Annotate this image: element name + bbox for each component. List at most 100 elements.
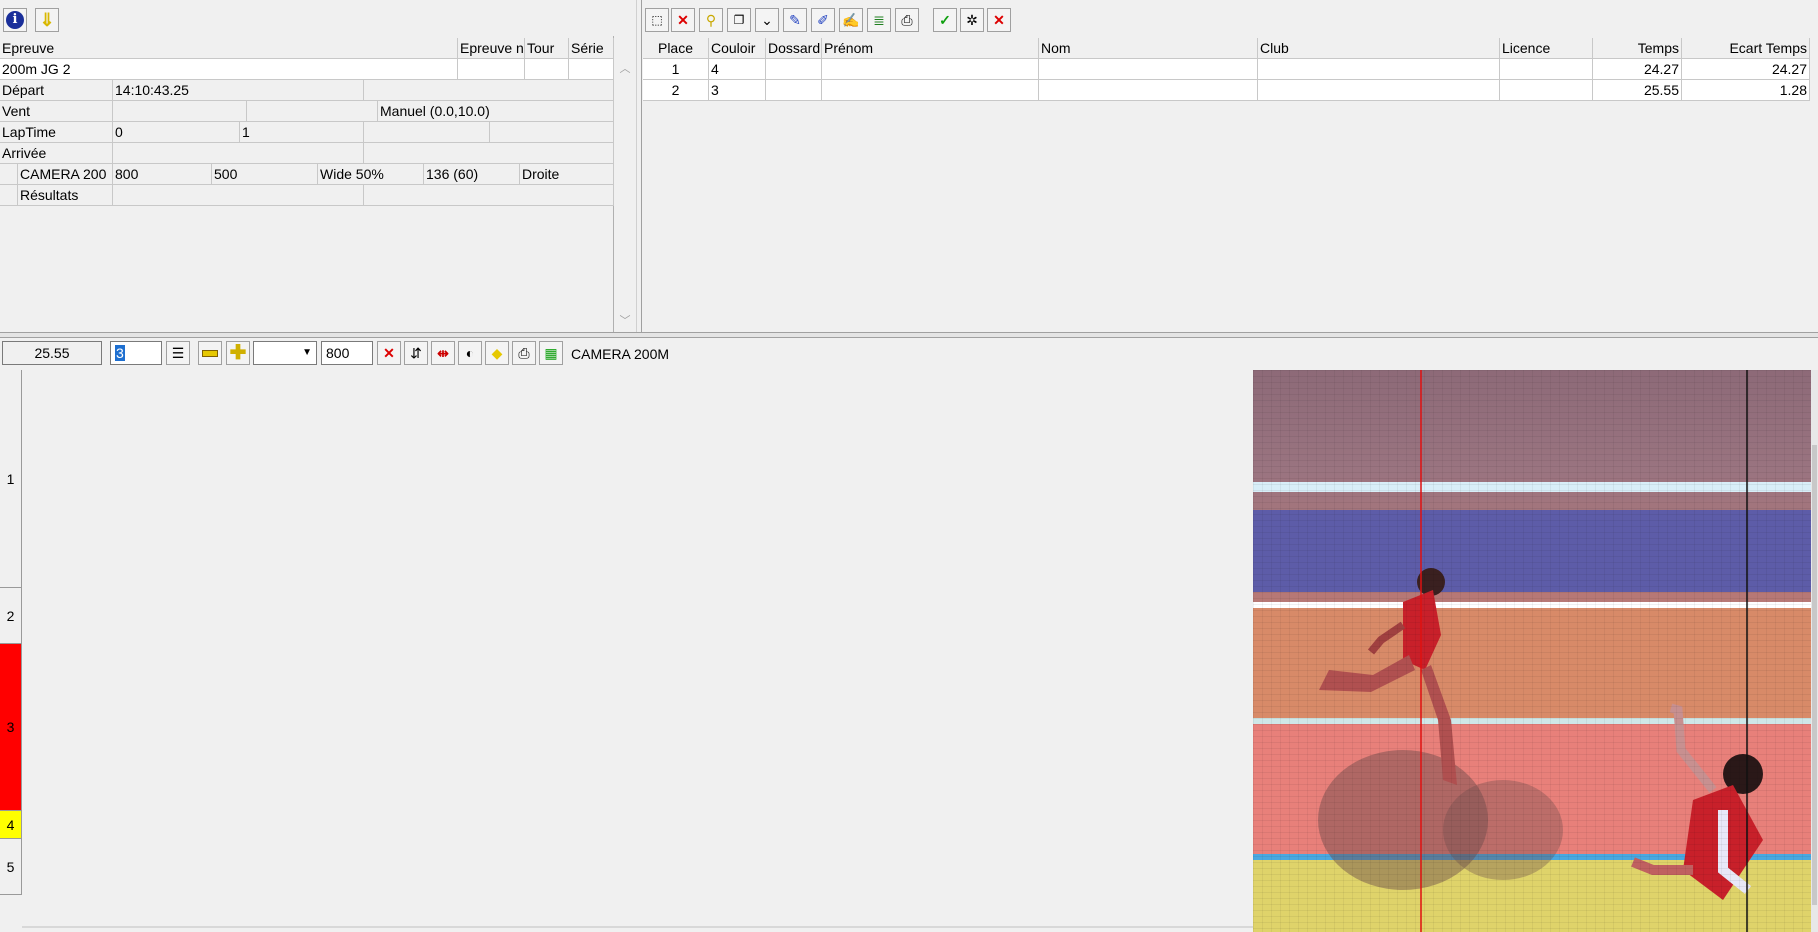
camera-value-4[interactable]: 136 (60)	[424, 164, 520, 185]
zoom-dropdown[interactable]: ▼	[253, 341, 317, 365]
contrast-button[interactable]: ◐	[458, 341, 482, 365]
place-cell[interactable]: 1	[643, 59, 709, 80]
col-couloir[interactable]: Couloir	[709, 38, 766, 59]
dossard-cell[interactable]	[766, 59, 822, 80]
lane-spin-input[interactable]: 3	[110, 341, 162, 365]
depart-value[interactable]: 14:10:43.25	[113, 80, 364, 101]
col-place[interactable]: Place	[643, 38, 709, 59]
time-display[interactable]: 25.55	[2, 341, 102, 365]
scroll-down-icon[interactable]: ﹀	[615, 312, 635, 328]
vent-value[interactable]: Manuel (0.0,10.0)	[378, 101, 614, 122]
depart-row[interactable]: Départ 14:10:43.25	[0, 80, 614, 101]
licence-cell[interactable]	[1500, 59, 1593, 80]
vent-cell-2[interactable]	[247, 101, 378, 122]
prenom-cell[interactable]	[822, 80, 1039, 101]
ecart-cell[interactable]: 1.28	[1682, 80, 1810, 101]
delete-frame-button[interactable]: ✕	[671, 8, 695, 32]
download-button[interactable]: ⇓	[35, 8, 59, 32]
ecart-cell[interactable]: 24.27	[1682, 59, 1810, 80]
event-number-cell[interactable]	[458, 59, 525, 80]
lane-1-marker[interactable]: 1	[0, 370, 22, 588]
vent-row[interactable]: Vent Manuel (0.0,10.0)	[0, 101, 614, 122]
resultats-expander[interactable]	[0, 185, 18, 206]
viewer-scrollbar[interactable]	[1811, 370, 1818, 932]
print-button[interactable]: ⎙	[895, 8, 919, 32]
sort-down-button[interactable]: ⌄	[755, 8, 779, 32]
resultats-value[interactable]	[113, 185, 364, 206]
lane-4-marker[interactable]: 4	[0, 811, 22, 839]
edit-3-button[interactable]: ✍	[839, 8, 863, 32]
table-row[interactable]: 1 4 24.27 24.27	[643, 59, 1810, 80]
couloir-cell[interactable]: 3	[709, 80, 766, 101]
col-dossard[interactable]: Dossard	[766, 38, 822, 59]
select-frame-button[interactable]: ⬚	[645, 8, 669, 32]
laptime-value-1[interactable]: 0	[113, 122, 240, 143]
camera-value-1[interactable]: 800	[113, 164, 212, 185]
nom-cell[interactable]	[1039, 59, 1258, 80]
laptime-cell-4[interactable]	[490, 122, 614, 143]
serie-cell[interactable]	[569, 59, 614, 80]
arrivee-row[interactable]: Arrivée	[0, 143, 614, 164]
grid-button[interactable]: ▦	[539, 341, 563, 365]
edit-1-button[interactable]: ✎	[783, 8, 807, 32]
camera-value-3[interactable]: Wide 50%	[318, 164, 424, 185]
split-button[interactable]: ✲	[960, 8, 984, 32]
event-name[interactable]: 200m JG 2	[0, 59, 458, 80]
nom-cell[interactable]	[1039, 80, 1258, 101]
info-button[interactable]: i	[3, 8, 27, 32]
col-nom[interactable]: Nom	[1039, 38, 1258, 59]
dossard-cell[interactable]	[766, 80, 822, 101]
lane-3-marker[interactable]: 3	[0, 644, 22, 811]
chart-list-button[interactable]: ≣	[867, 8, 891, 32]
vertical-splitter[interactable]	[636, 0, 642, 334]
place-cell[interactable]: 2	[643, 80, 709, 101]
event-name-row[interactable]: 200m JG 2	[0, 59, 614, 80]
couloir-cell[interactable]: 4	[709, 59, 766, 80]
laptime-value-2[interactable]: 1	[240, 122, 364, 143]
temps-cell[interactable]: 25.55	[1593, 80, 1682, 101]
event-panel-scrollbar[interactable]: ︿ ﹀	[615, 58, 635, 332]
clear-line-button[interactable]: ✕	[377, 341, 401, 365]
col-club[interactable]: Club	[1258, 38, 1500, 59]
club-cell[interactable]	[1258, 59, 1500, 80]
zoom-value-input[interactable]: 800	[321, 341, 373, 365]
align-button[interactable]: ⇵	[404, 341, 428, 365]
split-lines-button[interactable]: ⇹	[431, 341, 455, 365]
licence-cell[interactable]	[1500, 80, 1593, 101]
col-temps[interactable]: Temps	[1593, 38, 1682, 59]
edit-2-button[interactable]: ✐	[811, 8, 835, 32]
settings-sliders-button[interactable]: ☰	[166, 341, 190, 365]
lane-2-marker[interactable]: 2	[0, 588, 22, 644]
horizontal-splitter[interactable]	[0, 332, 1818, 338]
camera-row[interactable]: CAMERA 200 800 500 Wide 50% 136 (60) Dro…	[0, 164, 614, 185]
resultats-row[interactable]: Résultats	[0, 185, 614, 206]
col-licence[interactable]: Licence	[1500, 38, 1593, 59]
zoom-out-button[interactable]	[198, 341, 222, 365]
arrivee-value[interactable]	[113, 143, 364, 164]
club-cell[interactable]	[1258, 80, 1500, 101]
prenom-cell[interactable]	[822, 59, 1039, 80]
laptime-cell-3[interactable]	[364, 122, 490, 143]
camera-expander[interactable]	[0, 164, 18, 185]
lane-spin-value[interactable]: 3	[115, 345, 125, 361]
brightness-button[interactable]: ◆	[485, 341, 509, 365]
vent-cell-1[interactable]	[113, 101, 247, 122]
camera-value-5[interactable]: Droite	[520, 164, 614, 185]
photo-finish-image[interactable]	[1253, 370, 1811, 932]
zoom-in-button[interactable]: ✚	[226, 341, 250, 365]
lane-5-marker[interactable]: 5	[0, 839, 22, 895]
col-prenom[interactable]: Prénom	[822, 38, 1039, 59]
camera-value-2[interactable]: 500	[212, 164, 318, 185]
cancel-button[interactable]: ✕	[987, 8, 1011, 32]
viewer-print-button[interactable]: ⎙	[512, 341, 536, 365]
zoom-search-button[interactable]: ⚲	[699, 8, 723, 32]
windows-button[interactable]: ❐	[727, 8, 751, 32]
scroll-up-icon[interactable]: ︿	[615, 60, 635, 76]
viewer-scroll-thumb[interactable]	[1812, 445, 1817, 905]
laptime-row[interactable]: LapTime 0 1	[0, 122, 614, 143]
col-ecart-temps[interactable]: Ecart Temps	[1682, 38, 1810, 59]
tour-cell[interactable]	[525, 59, 569, 80]
temps-cell[interactable]: 24.27	[1593, 59, 1682, 80]
confirm-button[interactable]: ✓	[933, 8, 957, 32]
table-row[interactable]: 2 3 25.55 1.28	[643, 80, 1810, 101]
